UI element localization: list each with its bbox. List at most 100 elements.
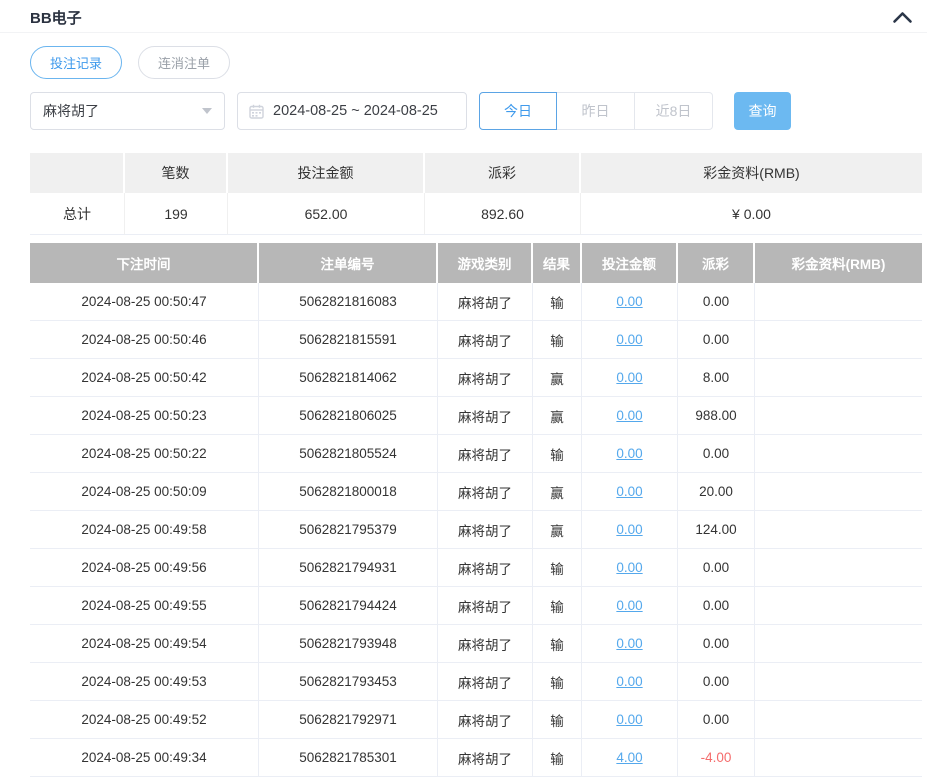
chevron-up-icon (892, 12, 913, 27)
collapse-button[interactable] (890, 8, 915, 26)
header-game-type: 游戏类别 (438, 243, 533, 283)
summary-table: 笔数 投注金额 派彩 彩金资料(RMB) 总计 199 652.00 892.6… (30, 153, 922, 235)
summary-total-label: 总计 (30, 193, 125, 235)
cell-bet-time: 2024-08-25 00:49:54 (30, 625, 259, 663)
table-row: 2024-08-25 00:49:52 5062821792971 麻将胡了 输… (30, 701, 922, 739)
cell-game-type: 麻将胡了 (438, 739, 533, 777)
cell-bet-amount: 0.00 (582, 511, 678, 549)
cell-order-id: 5062821793453 (259, 663, 438, 701)
cell-bet-amount: 4.00 (582, 739, 678, 777)
cell-payout: 0.00 (678, 321, 755, 359)
cell-payout: 0.00 (678, 587, 755, 625)
cell-game-type: 麻将胡了 (438, 701, 533, 739)
bet-amount-link[interactable]: 0.00 (616, 370, 642, 385)
tab-bet-records[interactable]: 投注记录 (30, 46, 122, 79)
cell-result: 输 (533, 283, 582, 321)
cell-order-id: 5062821794424 (259, 587, 438, 625)
cell-result: 输 (533, 701, 582, 739)
cell-result: 输 (533, 549, 582, 587)
cell-result: 赢 (533, 511, 582, 549)
filter-bar: 麻将胡了 2024-08-25 ~ 2024-08-25 今日 昨日 近8日 查… (30, 92, 927, 130)
bet-amount-link[interactable]: 0.00 (616, 522, 642, 537)
cell-game-type: 麻将胡了 (438, 511, 533, 549)
table-row: 2024-08-25 00:49:56 5062821794931 麻将胡了 输… (30, 549, 922, 587)
date-range-input[interactable]: 2024-08-25 ~ 2024-08-25 (237, 92, 467, 130)
header-result: 结果 (533, 243, 582, 283)
bet-amount-link[interactable]: 0.00 (616, 484, 642, 499)
header-bet-amount: 投注金额 (582, 243, 678, 283)
records-table-body: 2024-08-25 00:50:47 5062821816083 麻将胡了 输… (30, 283, 922, 777)
cell-bet-amount: 0.00 (582, 587, 678, 625)
quick-button-today[interactable]: 今日 (479, 92, 557, 130)
header-bonus: 彩金资料(RMB) (755, 243, 922, 283)
table-row: 2024-08-25 00:49:58 5062821795379 麻将胡了 赢… (30, 511, 922, 549)
cell-bonus (755, 321, 922, 359)
header-payout: 派彩 (678, 243, 755, 283)
cell-bet-time: 2024-08-25 00:49:58 (30, 511, 259, 549)
cell-bet-amount: 0.00 (582, 435, 678, 473)
panel-title: BB电子 (30, 7, 82, 28)
cell-bonus (755, 739, 922, 777)
cell-result: 输 (533, 663, 582, 701)
cell-bet-amount: 0.00 (582, 397, 678, 435)
cell-bet-time: 2024-08-25 00:50:42 (30, 359, 259, 397)
cell-result: 赢 (533, 473, 582, 511)
cell-order-id: 5062821794931 (259, 549, 438, 587)
cell-payout: 8.00 (678, 359, 755, 397)
header-order-id: 注单编号 (259, 243, 438, 283)
quick-button-last-8-days[interactable]: 近8日 (635, 92, 713, 130)
record-tabs: 投注记录 连消注单 (30, 46, 927, 79)
table-row: 2024-08-25 00:50:47 5062821816083 麻将胡了 输… (30, 283, 922, 321)
cell-bet-amount: 0.00 (582, 359, 678, 397)
cell-bet-amount: 0.00 (582, 549, 678, 587)
cell-result: 赢 (533, 359, 582, 397)
cell-payout: 124.00 (678, 511, 755, 549)
table-row: 2024-08-25 00:50:22 5062821805524 麻将胡了 输… (30, 435, 922, 473)
cell-bonus (755, 625, 922, 663)
cell-payout: 20.00 (678, 473, 755, 511)
summary-header-bet-amount: 投注金额 (228, 153, 425, 193)
bet-amount-link[interactable]: 0.00 (616, 294, 642, 309)
search-button[interactable]: 查询 (734, 92, 791, 130)
bet-amount-link[interactable]: 0.00 (616, 446, 642, 461)
bet-amount-link[interactable]: 0.00 (616, 332, 642, 347)
bet-amount-link[interactable]: 0.00 (616, 674, 642, 689)
table-row: 2024-08-25 00:49:53 5062821793453 麻将胡了 输… (30, 663, 922, 701)
cell-bet-time: 2024-08-25 00:50:47 (30, 283, 259, 321)
cell-order-id: 5062821785301 (259, 739, 438, 777)
cell-game-type: 麻将胡了 (438, 473, 533, 511)
cell-order-id: 5062821814062 (259, 359, 438, 397)
cell-game-type: 麻将胡了 (438, 397, 533, 435)
cell-payout: -4.00 (678, 739, 755, 777)
panel-header: BB电子 (0, 0, 927, 33)
quick-button-yesterday[interactable]: 昨日 (557, 92, 635, 130)
cell-order-id: 5062821792971 (259, 701, 438, 739)
cell-game-type: 麻将胡了 (438, 663, 533, 701)
cell-game-type: 麻将胡了 (438, 435, 533, 473)
cell-bonus (755, 663, 922, 701)
bet-amount-link[interactable]: 0.00 (616, 598, 642, 613)
game-type-select[interactable]: 麻将胡了 (30, 92, 225, 130)
cell-game-type: 麻将胡了 (438, 283, 533, 321)
records-header-row: 下注时间 注单编号 游戏类别 结果 投注金额 派彩 彩金资料(RMB) (30, 243, 922, 283)
cell-bet-time: 2024-08-25 00:49:52 (30, 701, 259, 739)
bet-amount-link[interactable]: 0.00 (616, 712, 642, 727)
cell-game-type: 麻将胡了 (438, 549, 533, 587)
table-row: 2024-08-25 00:50:46 5062821815591 麻将胡了 输… (30, 321, 922, 359)
bet-amount-link[interactable]: 0.00 (616, 636, 642, 651)
records-table: 下注时间 注单编号 游戏类别 结果 投注金额 派彩 彩金资料(RMB) 2024… (30, 243, 922, 777)
cell-bonus (755, 511, 922, 549)
table-row: 2024-08-25 00:50:42 5062821814062 麻将胡了 赢… (30, 359, 922, 397)
bet-amount-link[interactable]: 0.00 (616, 560, 642, 575)
bet-amount-link[interactable]: 0.00 (616, 408, 642, 423)
cell-bet-amount: 0.00 (582, 663, 678, 701)
tab-cancelled-orders[interactable]: 连消注单 (138, 46, 230, 79)
cell-bonus (755, 283, 922, 321)
cell-payout: 0.00 (678, 549, 755, 587)
cell-bet-time: 2024-08-25 00:49:53 (30, 663, 259, 701)
cell-game-type: 麻将胡了 (438, 587, 533, 625)
cell-game-type: 麻将胡了 (438, 359, 533, 397)
cell-bonus (755, 359, 922, 397)
cell-bonus (755, 435, 922, 473)
summary-total-payout: 892.60 (425, 193, 581, 235)
